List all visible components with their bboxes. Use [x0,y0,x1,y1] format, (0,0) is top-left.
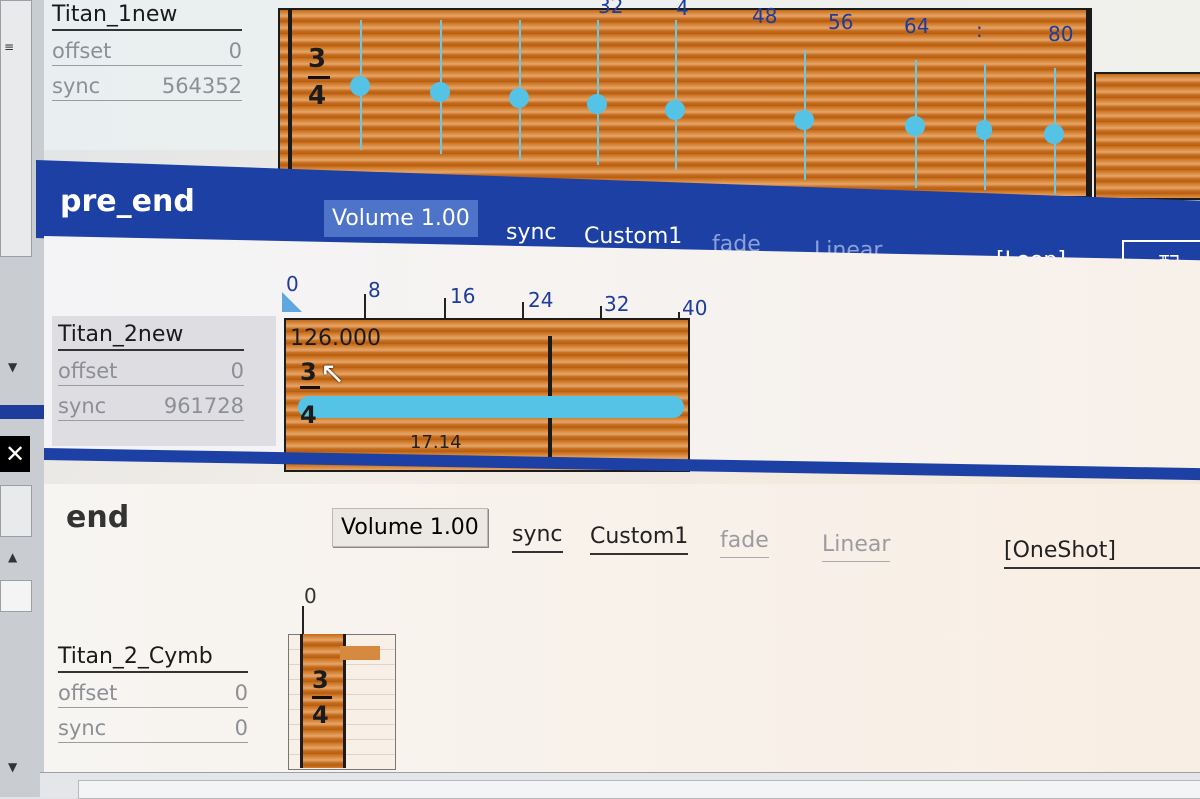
tempo-label: 126.000 [290,326,381,351]
beat-marker[interactable] [905,116,925,136]
offset-row[interactable]: offset 0 [58,359,244,386]
beat-marker[interactable] [1044,124,1064,144]
ruler-tick [302,606,304,636]
position-marker: 17.14 [410,432,462,453]
ruler-tick [364,294,366,318]
time-signature: 34 [300,360,320,427]
beat-marker-line [675,20,677,170]
sync-label[interactable]: sync [512,522,563,553]
offset-row[interactable]: offset 0 [52,39,242,66]
ruler-label: 80 [1048,22,1074,46]
offset-row[interactable]: offset 0 [58,681,248,708]
beat-marker[interactable] [794,110,814,130]
divider [0,405,44,419]
ruler-label: 8 [368,278,381,302]
volume-button[interactable]: Volume 1.00 [324,200,478,237]
mouse-cursor-icon: ↖ [320,356,346,391]
waveform-titan-1new[interactable] [278,8,1092,198]
beat-marker-line [597,20,599,165]
section-title-pre-end: pre_end [60,184,195,219]
playhead-marker[interactable] [282,292,302,312]
ruler-label: 24 [528,288,554,312]
scroll-down-icon-bottom[interactable]: ▼ [8,760,17,774]
grip-icon: ≡ [4,40,15,54]
ruler-label: 0 [304,584,317,608]
beat-marker[interactable] [665,100,685,120]
scroll-down-icon[interactable]: ▼ [8,360,17,374]
waveform-tail [340,646,380,660]
ruler-label: 48 [752,4,778,28]
ruler-tick [444,298,446,320]
track-label-titan-2new: Titan_2new offset 0 sync 961728 [58,322,244,421]
beat-marker[interactable] [350,76,370,96]
bar-line [288,8,292,194]
left-scrollbar-panel: ≡ ▼ ✕ ▲ ▼ [0,0,44,797]
scrollbar-track-mid[interactable] [0,485,32,537]
beat-marker[interactable] [976,120,992,140]
beat-marker[interactable] [430,82,450,102]
track-label-titan-2-cymb: Titan_2_Cymb offset 0 sync 0 [58,644,248,743]
ruler-label: 16 [450,284,476,308]
fade-label[interactable]: fade [720,528,769,558]
ruler-label: : [976,18,983,42]
time-signature: 34 [312,668,332,727]
sync-value[interactable]: Custom1 [590,524,689,555]
track-name[interactable]: Titan_2_Cymb [58,644,248,673]
fade-value[interactable]: Linear [822,532,891,562]
scrollbar-thumb[interactable] [0,580,32,612]
beat-marker[interactable] [509,88,529,108]
oneshot-mode[interactable]: [OneShot] [1004,538,1200,569]
beat-marker-row[interactable] [298,396,684,418]
horizontal-scrollbar-thumb[interactable] [78,780,1200,799]
sync-row[interactable]: sync 0 [58,716,248,743]
section-title-end: end [66,500,130,535]
ruler-label: 40 [682,296,708,320]
time-signature-top: 34 [308,46,330,109]
scrollbar-track-top[interactable] [0,0,32,257]
volume-button[interactable]: Volume 1.00 [332,508,488,547]
bar-line [1086,8,1090,196]
ruler-label: 64 [904,14,930,38]
ruler-label: 32 [604,292,630,316]
sync-row[interactable]: sync 961728 [58,394,244,421]
track-label-titan-1new: Titan_1new offset 0 sync 564352 [52,2,242,101]
sync-row[interactable]: sync 564352 [52,74,242,101]
ruler-label: 4 [676,0,689,20]
beat-marker[interactable] [587,94,607,114]
track-name[interactable]: Titan_1new [52,2,242,31]
track-name[interactable]: Titan_2new [58,322,244,351]
close-icon[interactable]: ✕ [0,436,30,472]
ruler-label: 56 [828,10,854,34]
waveform-titan-1new-next[interactable] [1094,72,1200,200]
ruler-label: 32 [598,0,624,18]
scroll-up-icon[interactable]: ▲ [8,550,17,564]
